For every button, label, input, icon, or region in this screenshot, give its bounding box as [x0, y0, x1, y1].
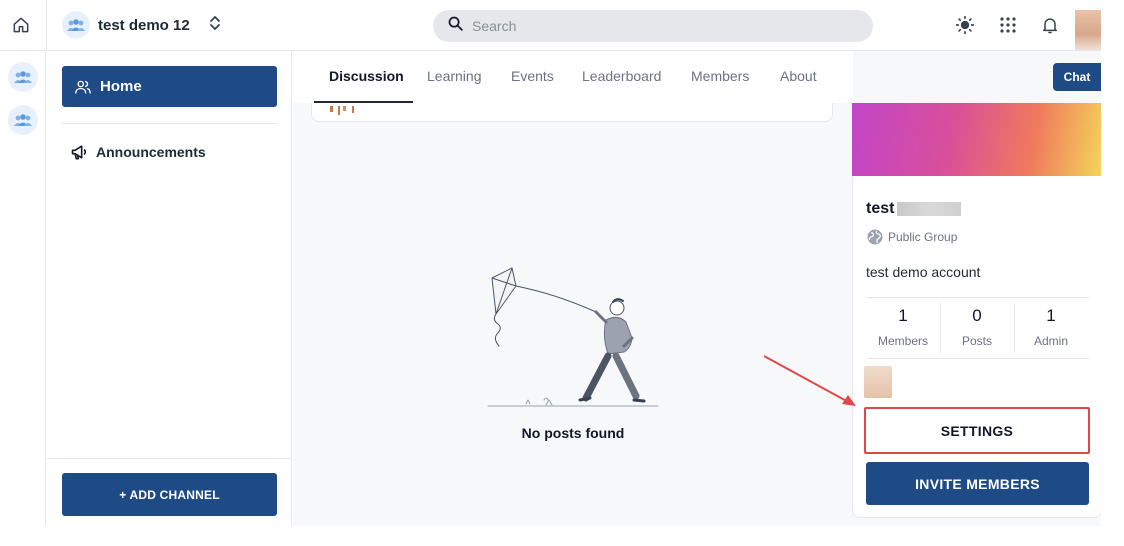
- divider: [62, 123, 277, 124]
- sidebar-item-label: Home: [100, 78, 142, 95]
- search-icon: [447, 15, 464, 37]
- user-avatar[interactable]: [1075, 10, 1101, 50]
- stat-label: Members: [877, 334, 928, 348]
- group-switcher[interactable]: test demo 12: [62, 10, 222, 40]
- post-thumbnail: [330, 103, 358, 115]
- group-type-label: Public Group: [888, 230, 958, 244]
- group-cover-image: [852, 103, 1101, 176]
- tab-leaderboard[interactable]: Leaderboard: [582, 68, 661, 84]
- tab-about[interactable]: About: [780, 68, 817, 84]
- divider: [866, 297, 1089, 298]
- annotation-arrow-icon: [763, 355, 856, 406]
- group-title: test: [866, 200, 895, 217]
- home-icon[interactable]: [8, 12, 34, 38]
- stat-label: Posts: [961, 334, 992, 348]
- kite-illustration: [486, 264, 661, 410]
- stat-value: 1: [1046, 306, 1056, 325]
- stat-value: 1: [898, 306, 908, 325]
- search-input[interactable]: [472, 18, 852, 34]
- add-channel-button[interactable]: + ADD CHANNEL: [62, 473, 277, 516]
- rail-group-icon[interactable]: [8, 62, 38, 92]
- apps-grid-icon[interactable]: [996, 13, 1020, 37]
- megaphone-icon: [70, 142, 90, 162]
- invite-members-button[interactable]: INVITE MEMBERS: [866, 462, 1089, 505]
- group-description: test demo account: [866, 264, 981, 280]
- group-name: test demo 12: [98, 16, 190, 34]
- chevron-up-down-icon: [208, 14, 222, 37]
- search-bar[interactable]: [433, 10, 873, 42]
- tab-discussion[interactable]: Discussion: [329, 68, 404, 84]
- globe-icon: [866, 228, 884, 246]
- stat-value: 0: [972, 306, 982, 325]
- sidebar-item-label: Announcements: [96, 144, 206, 160]
- sidebar-item-announcements[interactable]: Announcements: [70, 141, 206, 163]
- empty-state-text: No posts found: [521, 425, 625, 441]
- stat-label: Admin: [1033, 334, 1068, 348]
- users-icon: [74, 78, 92, 96]
- tab-learning[interactable]: Learning: [427, 68, 482, 84]
- post-card[interactable]: [311, 103, 833, 122]
- stat-admin[interactable]: 1 Admin: [1014, 306, 1088, 348]
- tab-members[interactable]: Members: [691, 68, 749, 84]
- member-avatar[interactable]: [864, 366, 892, 398]
- divider: [866, 358, 1089, 359]
- rail-group-icon[interactable]: [8, 105, 38, 135]
- redacted-text: [897, 202, 961, 216]
- group-privacy: Public Group: [866, 228, 957, 246]
- bell-icon[interactable]: [1038, 13, 1062, 37]
- settings-button[interactable]: SETTINGS: [865, 408, 1089, 453]
- chat-button[interactable]: Chat: [1053, 63, 1101, 91]
- stat-members[interactable]: 1 Members: [866, 306, 940, 348]
- sidebar-item-home[interactable]: Home: [62, 66, 277, 107]
- theme-sun-icon[interactable]: [953, 13, 977, 37]
- divider: [46, 0, 47, 51]
- stat-posts[interactable]: 0 Posts: [940, 306, 1014, 348]
- divider: [47, 458, 292, 459]
- tab-events[interactable]: Events: [511, 68, 554, 84]
- group-avatar-icon: [62, 11, 90, 39]
